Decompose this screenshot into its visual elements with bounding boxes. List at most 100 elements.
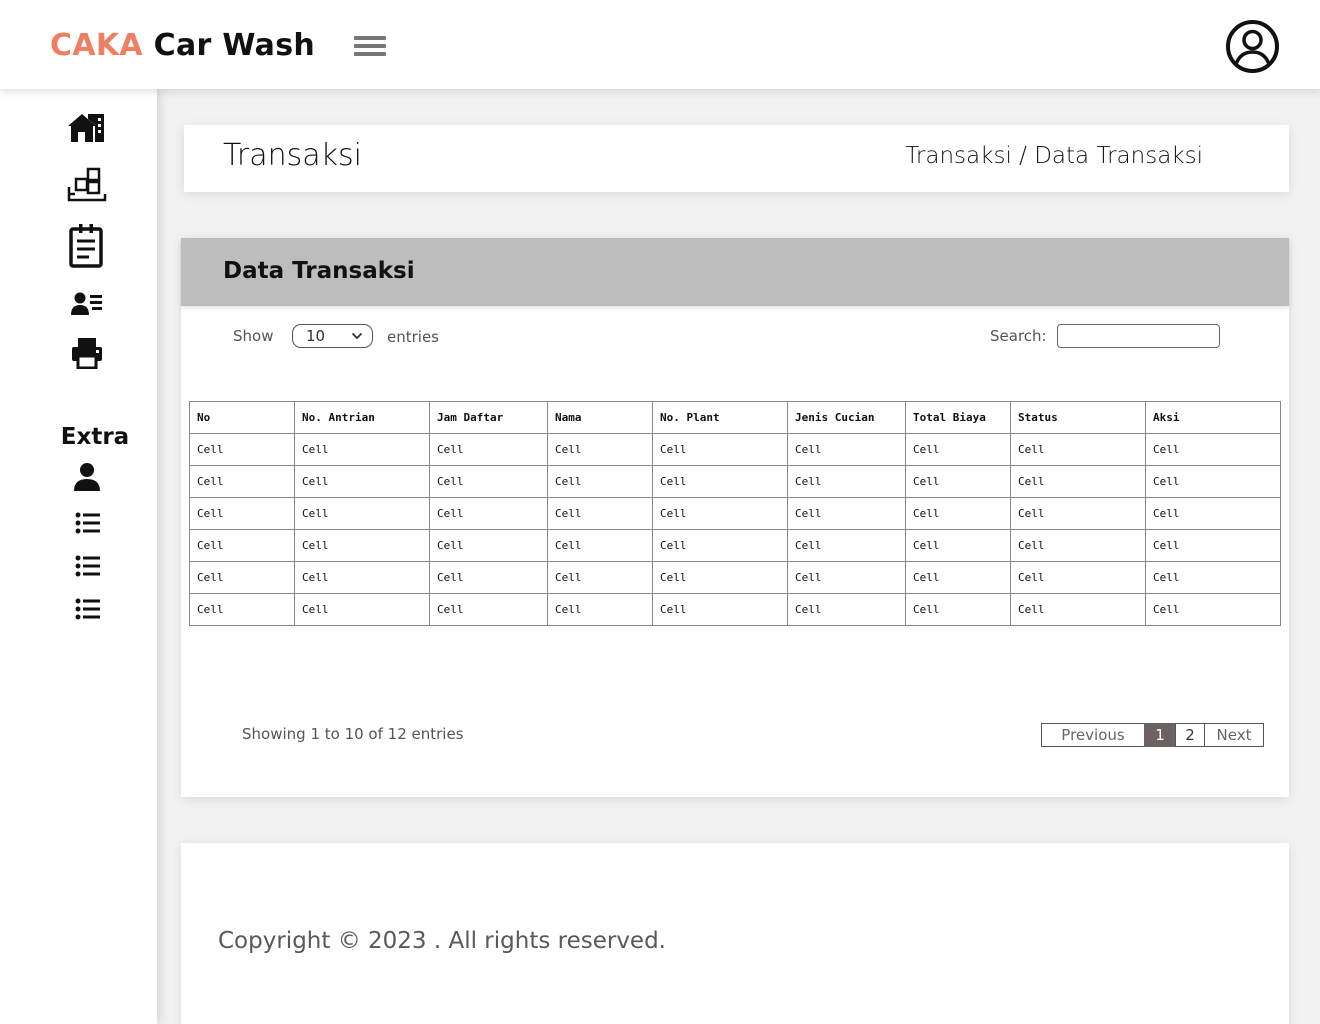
transactions-table: No No. Antrian Jam Daftar Nama No. Plant…: [189, 401, 1281, 626]
pagination-page-1[interactable]: 1: [1144, 723, 1176, 747]
table-cell: Cell: [1010, 465, 1146, 498]
table-cell: Cell: [1010, 561, 1146, 594]
show-label: Show: [233, 327, 274, 345]
page-header-card: Transaksi Transaksi / Data Transaksi: [184, 125, 1289, 192]
table-info: Showing 1 to 10 of 12 entries: [242, 725, 464, 743]
page-size-value: 10: [306, 327, 326, 345]
table-row: Cell Cell Cell Cell Cell Cell Cell Cell …: [189, 433, 1281, 466]
table-cell: Cell: [547, 561, 653, 594]
table-cell: Cell: [905, 529, 1011, 562]
table-cell: Cell: [787, 497, 906, 530]
table-cell: Cell: [429, 433, 548, 466]
sidebar: Extra: [0, 89, 157, 1024]
home-building-icon[interactable]: [67, 111, 105, 147]
pagination-next-button[interactable]: Next: [1204, 723, 1264, 747]
sidebar-section-extra: Extra: [60, 424, 130, 450]
table-cell: Cell: [905, 433, 1011, 466]
clipboard-list-icon[interactable]: [68, 223, 104, 273]
column-header[interactable]: Aksi: [1145, 401, 1281, 434]
user-icon[interactable]: [73, 462, 101, 496]
pagination-page-2[interactable]: 2: [1175, 723, 1205, 747]
table-cell: Cell: [547, 593, 653, 626]
table-cell: Cell: [787, 593, 906, 626]
footer: Copyright © 2023 . All rights reserved.: [181, 843, 1289, 1024]
column-header[interactable]: Status: [1010, 401, 1146, 434]
hamburger-menu-icon[interactable]: [354, 36, 386, 58]
table-cell: Cell: [1145, 593, 1281, 626]
table-cell: Cell: [1145, 561, 1281, 594]
copyright-text: Copyright © 2023 . All rights reserved.: [218, 928, 666, 954]
table-cell: Cell: [429, 561, 548, 594]
table-cell: Cell: [294, 433, 430, 466]
brand-name: Car Wash: [142, 28, 316, 63]
pagination-previous-button[interactable]: Previous: [1041, 723, 1145, 747]
table-cell: Cell: [1010, 497, 1146, 530]
table-cell: Cell: [294, 561, 430, 594]
column-header[interactable]: No: [189, 401, 295, 434]
table-cell: Cell: [189, 593, 295, 626]
table-cell: Cell: [547, 497, 653, 530]
table-cell: Cell: [294, 529, 430, 562]
column-header[interactable]: Nama: [547, 401, 653, 434]
table-cell: Cell: [905, 561, 1011, 594]
table-cell: Cell: [189, 465, 295, 498]
page-title: Transaksi: [223, 138, 362, 173]
list-icon[interactable]: [75, 598, 101, 624]
table-row: Cell Cell Cell Cell Cell Cell Cell Cell …: [189, 529, 1281, 562]
column-header[interactable]: Total Biaya: [905, 401, 1011, 434]
boxes-icon[interactable]: [67, 167, 107, 207]
top-navbar: CAKA Car Wash: [0, 0, 1320, 89]
table-cell: Cell: [652, 529, 788, 562]
table-cell: Cell: [905, 497, 1011, 530]
pagination: Previous 1 2 Next: [1041, 723, 1264, 747]
table-cell: Cell: [429, 529, 548, 562]
column-header[interactable]: Jam Daftar: [429, 401, 548, 434]
entries-label: entries: [387, 328, 439, 346]
chevron-down-icon: [351, 332, 363, 340]
table-cell: Cell: [189, 529, 295, 562]
table-cell: Cell: [905, 465, 1011, 498]
table-row: Cell Cell Cell Cell Cell Cell Cell Cell …: [189, 593, 1281, 626]
table-cell: Cell: [429, 497, 548, 530]
table-cell: Cell: [1145, 433, 1281, 466]
table-cell: Cell: [1010, 529, 1146, 562]
table-cell: Cell: [547, 433, 653, 466]
search-input[interactable]: [1057, 324, 1220, 348]
table-cell: Cell: [652, 593, 788, 626]
table-cell: Cell: [652, 561, 788, 594]
printer-icon[interactable]: [71, 337, 103, 373]
table-cell: Cell: [547, 465, 653, 498]
table-cell: Cell: [652, 465, 788, 498]
list-icon[interactable]: [75, 555, 101, 581]
column-header[interactable]: No. Plant: [652, 401, 788, 434]
page-size-select[interactable]: 10: [292, 324, 373, 348]
table-cell: Cell: [787, 465, 906, 498]
breadcrumb: Transaksi / Data Transaksi: [905, 143, 1203, 169]
table-cell: Cell: [189, 561, 295, 594]
table-cell: Cell: [1145, 465, 1281, 498]
table-cell: Cell: [1010, 593, 1146, 626]
user-circle-icon[interactable]: [1225, 19, 1280, 74]
table-cell: Cell: [429, 593, 548, 626]
user-list-icon[interactable]: [71, 291, 103, 321]
table-cell: Cell: [189, 497, 295, 530]
brand-logo[interactable]: CAKA Car Wash: [50, 26, 315, 66]
brand-accent: CAKA: [50, 28, 143, 63]
table-cell: Cell: [294, 497, 430, 530]
table-cell: Cell: [905, 593, 1011, 626]
table-header-row: No No. Antrian Jam Daftar Nama No. Plant…: [189, 401, 1281, 434]
search-label: Search:: [990, 327, 1047, 345]
table-row: Cell Cell Cell Cell Cell Cell Cell Cell …: [189, 465, 1281, 498]
table-cell: Cell: [652, 497, 788, 530]
column-header[interactable]: No. Antrian: [294, 401, 430, 434]
table-cell: Cell: [787, 433, 906, 466]
table-cell: Cell: [547, 529, 653, 562]
table-cell: Cell: [294, 465, 430, 498]
table-cell: Cell: [429, 465, 548, 498]
table-cell: Cell: [787, 561, 906, 594]
card-title: Data Transaksi: [223, 258, 415, 284]
list-icon[interactable]: [75, 512, 101, 538]
data-table-card: Data Transaksi Show 10 entries Search: N…: [181, 238, 1289, 797]
table-row: Cell Cell Cell Cell Cell Cell Cell Cell …: [189, 497, 1281, 530]
column-header[interactable]: Jenis Cucian: [787, 401, 906, 434]
